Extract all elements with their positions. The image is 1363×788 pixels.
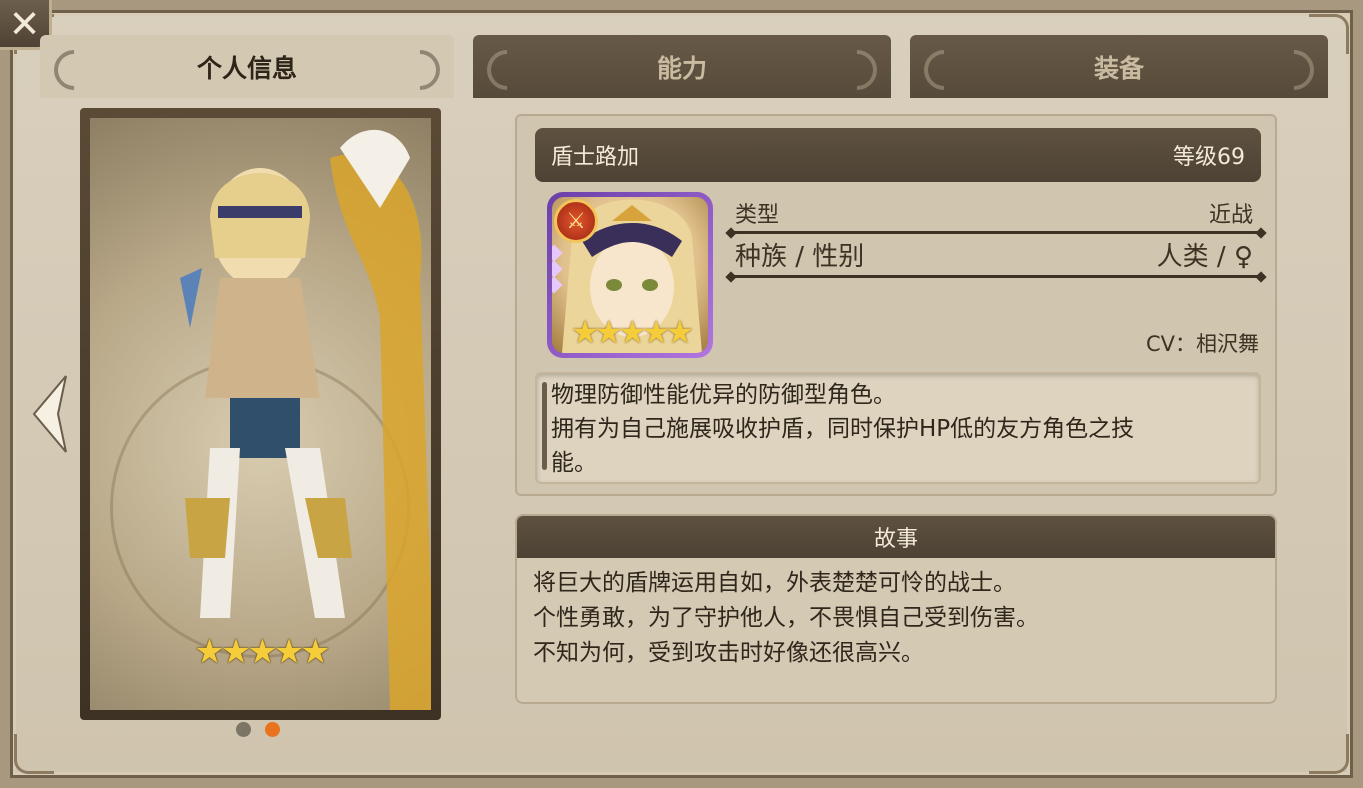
page-dot <box>236 722 251 737</box>
tab-label: 装备 <box>1093 53 1144 83</box>
story-line: 不知为何，受到攻击时好像还很高兴。 <box>533 640 924 666</box>
avatar-rarity-stars: ★★★★★ <box>570 313 694 351</box>
description-line: 拥有为自己施展吸收护盾，同时保护HP低的友方角色之技 <box>551 416 1135 442</box>
corner-ornament <box>1309 734 1349 774</box>
tab-equipment[interactable]: 装备 <box>910 35 1328 99</box>
attribute-label: 类型 <box>735 203 780 228</box>
name-bar: 盾士路加 等级69 <box>535 128 1261 182</box>
swirl-ornament-icon <box>478 41 536 99</box>
voice-actor: CV：相沢舞 <box>1145 332 1259 356</box>
rarity-stars: ★★★★★ <box>194 632 330 672</box>
avatar-gems <box>552 244 563 294</box>
tab-label: 个人信息 <box>196 53 297 83</box>
swirl-ornament-icon <box>45 41 103 99</box>
page-dot-active <box>265 722 280 737</box>
story-panel: 故事 将巨大的盾牌运用自如，外表楚楚可怜的战士。 个性勇敢，为了守护他人，不畏惧… <box>515 514 1277 704</box>
close-icon: ✕ <box>8 1 41 46</box>
swirl-ornament-icon <box>1265 41 1323 99</box>
attribute-label: 种族 / 性别 <box>735 242 865 272</box>
swirl-ornament-icon <box>915 41 973 99</box>
sword-icon: ⚔ <box>554 199 598 243</box>
swirl-ornament-icon <box>391 41 449 99</box>
tab-abilities[interactable]: 能力 <box>473 35 891 99</box>
scrollbar[interactable] <box>542 382 547 470</box>
story-body: 将巨大的盾牌运用自如，外表楚楚可怜的战士。 个性勇敢，为了守护他人，不畏惧自己受… <box>517 558 1275 679</box>
previous-character-arrow-icon[interactable] <box>30 372 70 456</box>
character-name: 盾士路加 <box>551 145 640 170</box>
description-line: 能。 <box>551 450 597 476</box>
character-illustration <box>180 129 431 710</box>
character-level: 等级69 <box>1173 145 1245 170</box>
description-box[interactable]: 物理防御性能优异的防御型角色。 拥有为自己施展吸收护盾，同时保护HP低的友方角色… <box>535 372 1261 484</box>
character-portrait[interactable]: ★★★★★ <box>90 118 431 710</box>
attribute-row-type: 类型 近战 <box>731 196 1261 234</box>
corner-ornament <box>14 734 54 774</box>
page-indicator <box>236 722 280 737</box>
story-title: 故事 <box>517 516 1275 558</box>
tab-profile[interactable]: 个人信息 <box>40 35 454 99</box>
story-line: 将巨大的盾牌运用自如，外表楚楚可怜的战士。 <box>533 570 1016 596</box>
story-line: 个性勇敢，为了守护他人，不畏惧自己受到伤害。 <box>533 605 1039 631</box>
character-avatar: ⚔ ★★★★★ <box>547 192 713 358</box>
attribute-row-race-gender: 种族 / 性别 人类 / ♀ <box>731 238 1261 278</box>
character-portrait-frame: ★★★★★ <box>80 108 441 720</box>
tab-label: 能力 <box>656 53 707 83</box>
attribute-value: 近战 <box>1208 203 1253 228</box>
swirl-ornament-icon <box>828 41 886 99</box>
attribute-value: 人类 / ♀ <box>1156 242 1253 272</box>
description-line: 物理防御性能优异的防御型角色。 <box>551 382 896 408</box>
character-info-panel: 盾士路加 等级69 ⚔ ★★★★★ 类型 近战 种族 / 性别 人类 / ♀ C… <box>515 114 1277 496</box>
